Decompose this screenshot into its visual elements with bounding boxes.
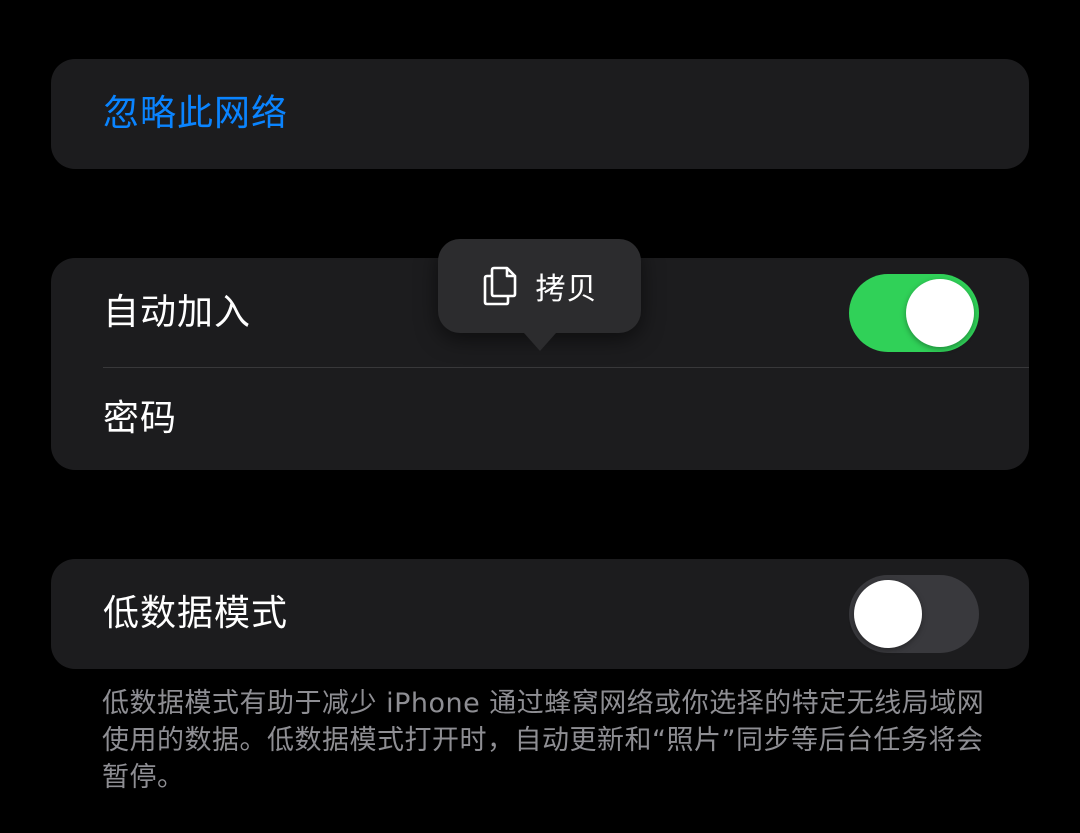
copy-context-menu[interactable]: 拷贝 [438, 239, 641, 351]
password-row[interactable]: 密码 [51, 368, 1029, 470]
low-data-mode-label: 低数据模式 [103, 593, 289, 634]
auto-join-label: 自动加入 [103, 292, 252, 333]
forget-network-label: 忽略此网络 [103, 93, 289, 134]
low-data-mode-row: 低数据模式 [51, 559, 1029, 669]
low-data-mode-description: 低数据模式有助于减少 iPhone 通过蜂窝网络或你选择的特定无线局域网使用的数… [102, 688, 985, 793]
password-label: 密码 [103, 398, 178, 439]
forget-network-card: 忽略此网络 [51, 59, 1029, 169]
toggle-knob [906, 279, 974, 347]
auto-join-toggle[interactable] [849, 274, 979, 352]
wifi-network-settings-page: 忽略此网络 自动加入 密码 低数据模式 低数据模式有助于减少 iPhone 通过… [0, 0, 1080, 833]
low-data-mode-toggle[interactable] [849, 575, 979, 653]
forget-network-button[interactable]: 忽略此网络 [51, 59, 1029, 169]
low-data-mode-card: 低数据模式 [51, 559, 1029, 669]
toggle-knob [854, 580, 922, 648]
copy-label: 拷贝 [535, 272, 598, 307]
copy-icon [482, 265, 518, 307]
